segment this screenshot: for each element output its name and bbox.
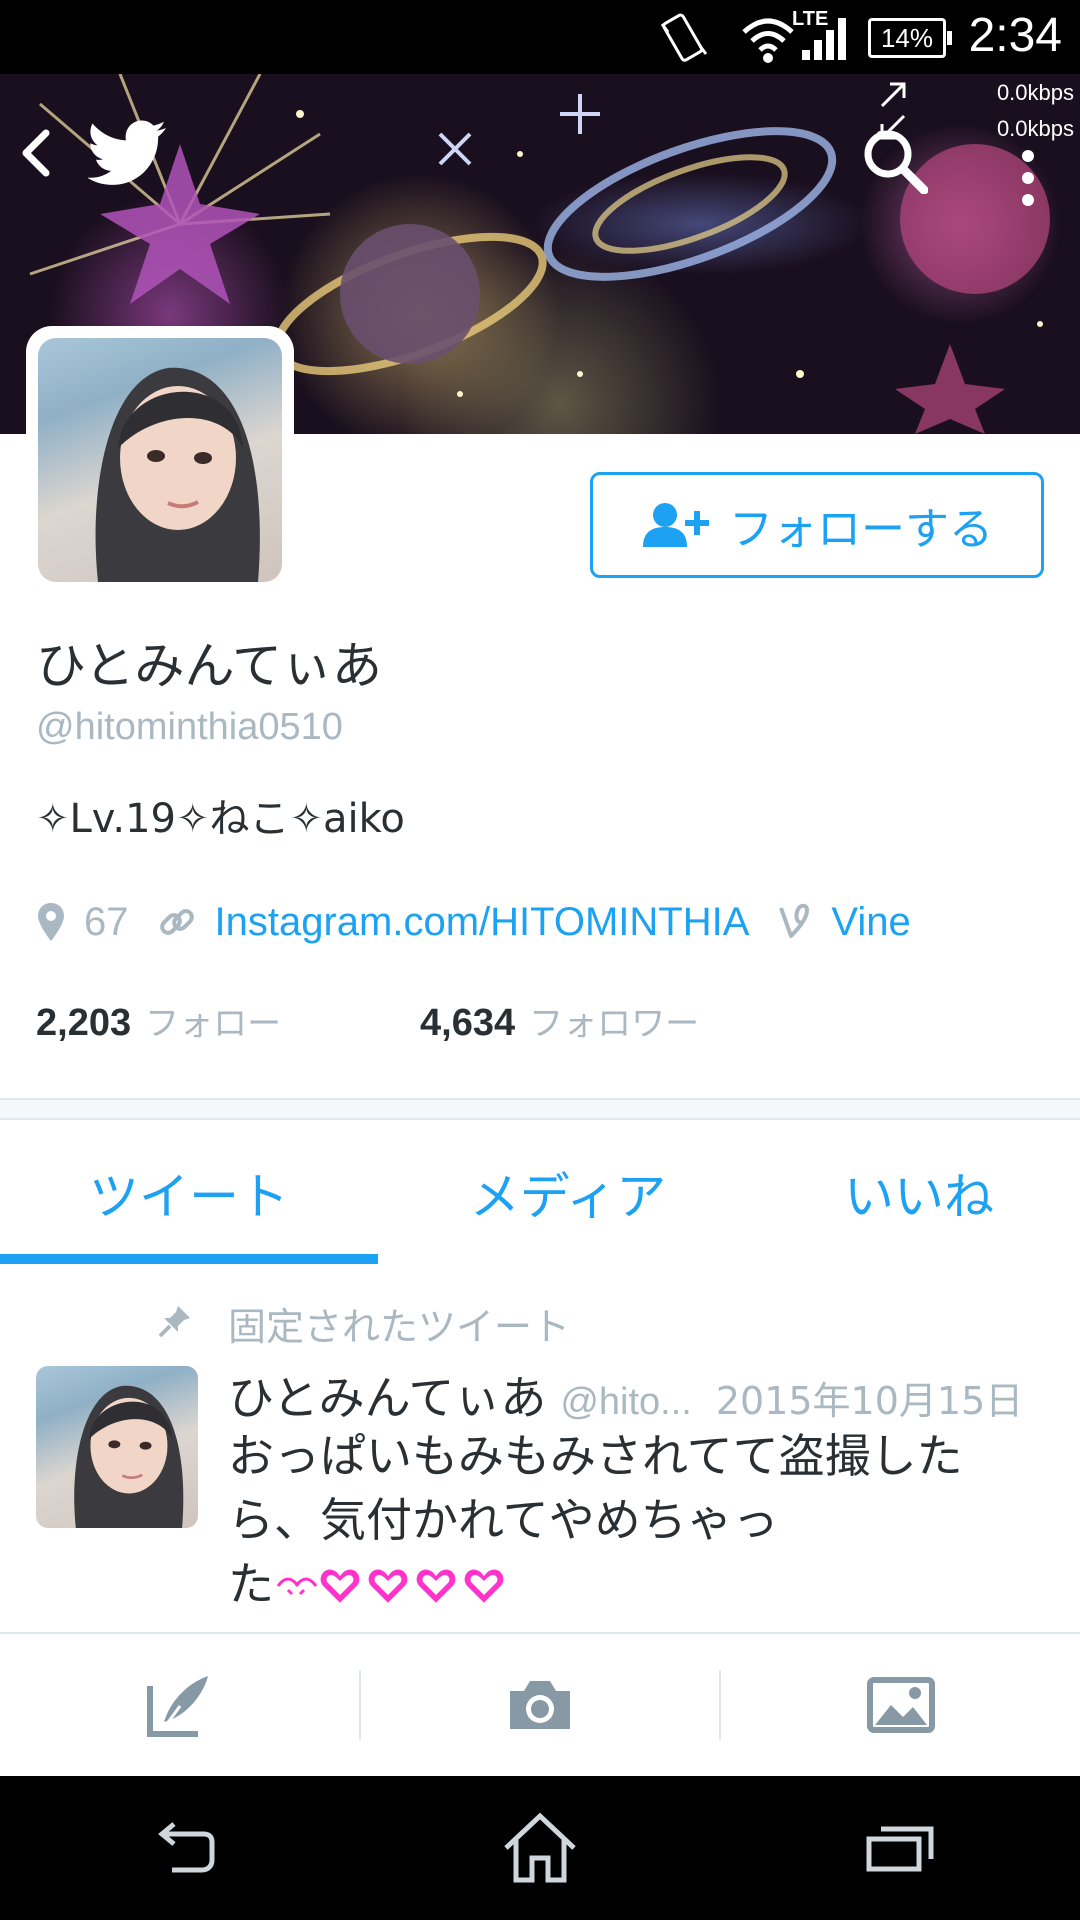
battery-indicator: 14% [868, 18, 952, 58]
followers-label: フォロワー [529, 1005, 700, 1043]
tweet-text-line: ら、気付かれてやめちゃっ [228, 1493, 779, 1547]
tweet-text-line-last: た [228, 1552, 1028, 1616]
followers-count[interactable]: 4,634 フォロワー [420, 996, 699, 1045]
nav-home-icon [504, 1812, 576, 1883]
nav-home-button[interactable] [450, 1776, 630, 1920]
follow-button-label: フォローする [729, 504, 993, 555]
tweet-text-line: た [228, 1557, 274, 1611]
download-speed: 0.0kbps [996, 116, 1074, 141]
vine-icon [779, 903, 810, 938]
search-icon[interactable] [862, 128, 928, 194]
camera-icon [510, 1681, 570, 1729]
followers-number: 4,634 [420, 1002, 516, 1044]
follow-button[interactable]: フォローする [590, 472, 1044, 578]
system-nav-bar [0, 1776, 1080, 1920]
profile-handle: @hitominthia0510 [36, 706, 343, 748]
upload-speed: 0.0kbps [996, 80, 1074, 105]
signal-icon [802, 18, 846, 60]
profile-website-link[interactable]: Instagram.com/HITOMINTHIA [215, 900, 750, 945]
vibrate-icon [660, 13, 708, 62]
photo-library-button[interactable] [721, 1634, 1080, 1776]
following-count[interactable]: 2,203 フォロー [36, 996, 420, 1045]
avatar-photo [38, 338, 282, 582]
wifi-icon [742, 18, 794, 63]
profile-tabs: ツイート メディア いいね [0, 1120, 1080, 1266]
nav-back-button[interactable] [90, 1776, 270, 1920]
tweet-author-name[interactable]: ひとみんてぃあ [228, 1362, 546, 1428]
tweet-text-line: おっぱいもみもみされてて盗撮した [228, 1429, 963, 1483]
tab-tweets[interactable]: ツイート [0, 1120, 378, 1266]
camera-button[interactable] [361, 1634, 720, 1776]
overflow-menu-icon[interactable] [1016, 148, 1040, 208]
pinned-tweet-label: 固定されたツイート [228, 1305, 571, 1349]
profile-counts: 2,203 フォロー 4,634 フォロワー [36, 996, 699, 1045]
profile-display-name: ひとみんてぃあ [36, 637, 382, 695]
tweet-header: ひとみんてぃあ @hito... 2015年10月15日 [228, 1362, 1048, 1428]
nav-back-icon [158, 1822, 215, 1873]
following-number: 2,203 [36, 1002, 132, 1044]
clock: 2:34 [968, 9, 1062, 62]
profile-avatar[interactable] [26, 326, 294, 594]
tab-media[interactable]: メディア [378, 1120, 758, 1266]
tab-likes[interactable]: いいね [758, 1120, 1080, 1266]
section-divider [0, 1098, 1080, 1120]
tweet-date: 2015年10月15日 [715, 1379, 1024, 1423]
compose-bar [0, 1632, 1080, 1776]
profile-location: 67 [84, 899, 129, 944]
profile-vine-link[interactable]: Vine [831, 900, 910, 945]
tweet-body[interactable]: おっぱいもみもみされてて盗撮した ら、気付かれてやめちゃっ た [228, 1424, 1028, 1616]
nav-recents-icon [866, 1826, 934, 1872]
emoji-hearts-icon [276, 1569, 504, 1603]
location-pin-icon [38, 903, 64, 941]
following-label: フォロー [145, 1005, 282, 1043]
profile-bio: ✧Lv.19✧ねこ✧aiko [36, 796, 405, 842]
back-arrow-icon[interactable] [16, 128, 56, 178]
image-icon [866, 1677, 935, 1733]
twitter-bird-icon [88, 120, 166, 185]
pin-icon [158, 1306, 190, 1338]
compose-icon [147, 1676, 209, 1737]
nav-recents-button[interactable] [810, 1776, 990, 1920]
status-bar: LTE 14% 2:34 [0, 0, 1080, 74]
tweet-author-handle: @hito... [560, 1381, 692, 1423]
tweet-author-avatar[interactable] [36, 1366, 198, 1528]
active-tab-indicator [0, 1254, 378, 1264]
compose-tweet-button[interactable] [0, 1634, 359, 1776]
link-icon [159, 909, 194, 935]
add-user-icon [643, 503, 709, 547]
profile-meta: 67 Instagram.com/HITOMINTHIA Vine [36, 892, 939, 952]
